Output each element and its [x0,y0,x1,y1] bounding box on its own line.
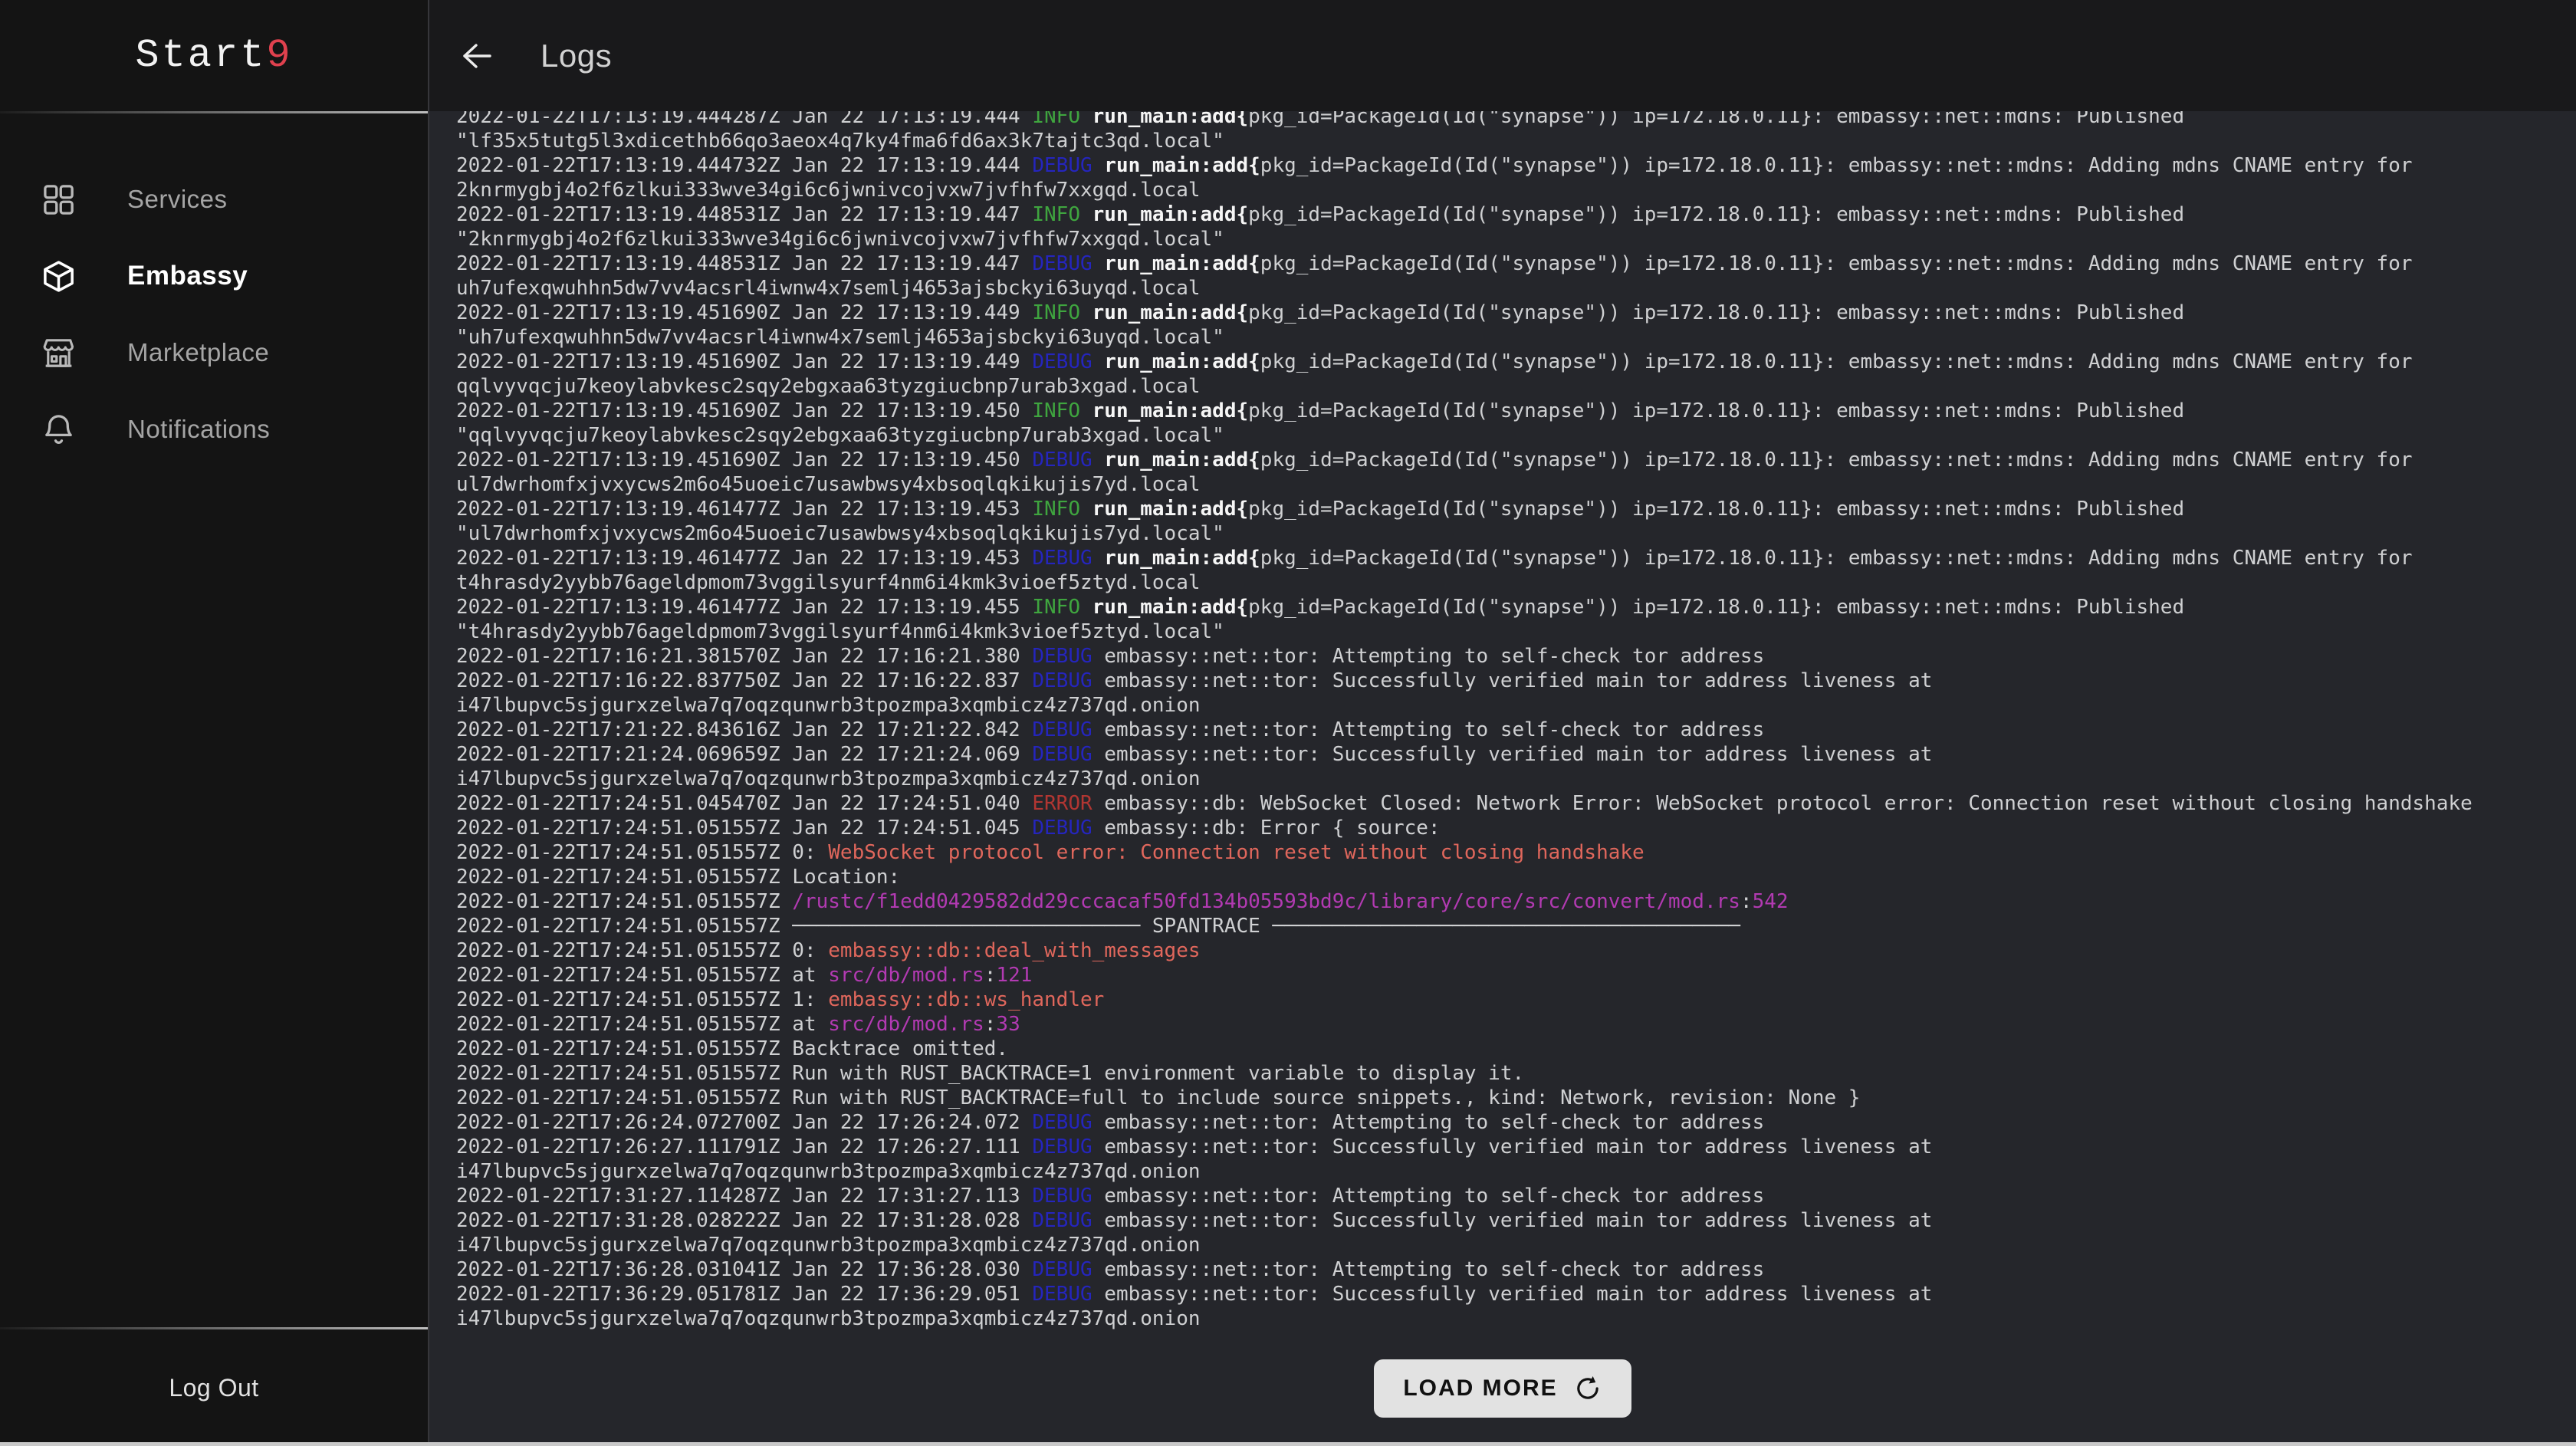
sidebar-item-services[interactable]: Services [0,161,428,238]
log-entry: 2022-01-22T17:24:51.051557Z /rustc/f1edd… [456,889,2549,914]
log-entry: 2022-01-22T17:24:51.051557Z 1: embassy::… [456,988,2549,1012]
sidebar-item-notifications[interactable]: Notifications [0,391,428,468]
log-entry: 2022-01-22T17:24:51.045470Z Jan 22 17:24… [456,791,2549,816]
log-entry: 2022-01-22T17:13:19.451690Z Jan 22 17:13… [456,350,2549,399]
logo-accent: 9 [266,33,292,78]
log-entry: 2022-01-22T17:24:51.051557Z 0: embassy::… [456,938,2549,963]
page-title: Logs [540,38,612,74]
log-entry: 2022-01-22T17:24:51.051557Z at src/db/mo… [456,1012,2549,1037]
page-header: Logs [429,0,2576,111]
logo-main: Start [135,33,266,78]
log-entry: 2022-01-22T17:13:19.448531Z Jan 22 17:13… [456,202,2549,251]
bell-icon [41,412,77,448]
sidebar-item-embassy[interactable]: Embassy [0,238,428,314]
storefront-icon [41,335,77,371]
log-entry: 2022-01-22T17:13:19.461477Z Jan 22 17:13… [456,546,2549,595]
log-entry: 2022-01-22T17:13:19.444287Z Jan 22 17:13… [456,111,2549,153]
sidebar-item-label: Services [127,185,228,214]
app-logo: Start9 [0,0,428,111]
log-entry: 2022-01-22T17:16:22.837750Z Jan 22 17:16… [456,669,2549,718]
log-entry: 2022-01-22T17:21:24.069659Z Jan 22 17:21… [456,742,2549,791]
log-entry: 2022-01-22T17:13:19.461477Z Jan 22 17:13… [456,497,2549,546]
cube-icon [41,258,77,294]
log-entry: 2022-01-22T17:24:51.051557Z Run with RUS… [456,1086,2549,1110]
log-entry: 2022-01-22T17:24:51.051557Z ────────────… [456,914,2549,938]
sidebar-nav: Services Embassy Marketplace Notificatio… [0,113,428,1327]
sidebar-item-marketplace[interactable]: Marketplace [0,314,428,391]
log-entry: 2022-01-22T17:24:51.051557Z Jan 22 17:24… [456,816,2549,840]
log-entry: 2022-01-22T17:24:51.051557Z 0: WebSocket… [456,840,2549,865]
log-entry: 2022-01-22T17:21:22.843616Z Jan 22 17:21… [456,718,2549,742]
sidebar-footer: Log Out [0,1329,428,1446]
log-entry: 2022-01-22T17:24:51.051557Z Run with RUS… [456,1061,2549,1086]
log-entry: 2022-01-22T17:13:19.448531Z Jan 22 17:13… [456,251,2549,301]
grid-icon [41,182,77,218]
log-entry: 2022-01-22T17:31:28.028222Z Jan 22 17:31… [456,1208,2549,1257]
log-entry: 2022-01-22T17:31:27.114287Z Jan 22 17:31… [456,1184,2549,1208]
log-entry: 2022-01-22T17:16:21.381570Z Jan 22 17:16… [456,644,2549,669]
log-entry: 2022-01-22T17:13:19.451690Z Jan 22 17:13… [456,399,2549,448]
log-entry: 2022-01-22T17:13:19.444732Z Jan 22 17:13… [456,153,2549,202]
back-arrow-icon[interactable] [458,38,493,74]
log-entry: 2022-01-22T17:26:27.111791Z Jan 22 17:26… [456,1135,2549,1184]
log-entries: 2022-01-22T17:13:19.444287Z Jan 22 17:13… [456,111,2549,1331]
log-entry: 2022-01-22T17:13:19.461477Z Jan 22 17:13… [456,595,2549,644]
log-entry: 2022-01-22T17:24:51.051557Z Location: [456,865,2549,889]
refresh-icon [1573,1374,1602,1403]
bottom-border-line [0,1442,2576,1446]
log-entry: 2022-01-22T17:24:51.051557Z at src/db/mo… [456,963,2549,988]
sidebar-item-label: Embassy [127,261,248,291]
load-more-label: LOAD MORE [1403,1375,1557,1402]
sidebar: Start9 Services Embassy Marketplace Noti [0,0,429,1446]
load-more-row: LOAD MORE [456,1359,2549,1418]
sidebar-item-label: Marketplace [127,338,269,367]
sidebar-item-label: Notifications [127,415,270,444]
main-panel: Logs 2022-01-22T17:13:19.444287Z Jan 22 … [429,0,2576,1446]
logo-text: Start9 [135,33,292,78]
log-entry: 2022-01-22T17:26:24.072700Z Jan 22 17:26… [456,1110,2549,1135]
log-entry: 2022-01-22T17:36:29.051781Z Jan 22 17:36… [456,1282,2549,1331]
log-entry: 2022-01-22T17:13:19.451690Z Jan 22 17:13… [456,448,2549,497]
log-entry: 2022-01-22T17:36:28.031041Z Jan 22 17:36… [456,1257,2549,1282]
logout-button[interactable]: Log Out [169,1374,258,1402]
log-viewer[interactable]: 2022-01-22T17:13:19.444287Z Jan 22 17:13… [429,111,2576,1446]
load-more-button[interactable]: LOAD MORE [1374,1359,1631,1418]
log-entry: 2022-01-22T17:13:19.451690Z Jan 22 17:13… [456,301,2549,350]
log-entry: 2022-01-22T17:24:51.051557Z Backtrace om… [456,1037,2549,1061]
